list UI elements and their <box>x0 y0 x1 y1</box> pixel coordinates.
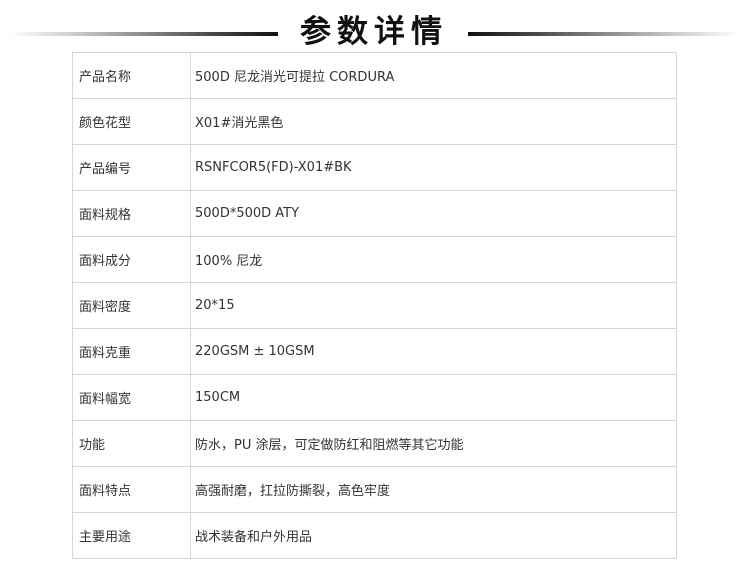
row-label: 面料规格 <box>72 190 191 237</box>
row-value: 220GSM ± 10GSM <box>190 328 677 375</box>
row-value: 20*15 <box>190 282 677 329</box>
table-row: 面料克重 220GSM ± 10GSM <box>72 328 677 375</box>
row-value: 500D*500D ATY <box>190 190 677 237</box>
table-row: 产品名称 500D 尼龙消光可提拉 CORDURA <box>72 52 677 99</box>
page-title: 参数详情 <box>300 14 448 50</box>
row-value: 100% 尼龙 <box>190 236 677 283</box>
row-label: 产品名称 <box>72 52 191 99</box>
row-value: 防水，PU 涂层，可定做防红和阻燃等其它功能 <box>190 420 677 467</box>
row-label: 面料特点 <box>72 466 191 513</box>
table-row: 面料成分 100% 尼龙 <box>72 236 677 283</box>
header-divider-right <box>468 32 740 36</box>
table-row: 面料规格 500D*500D ATY <box>72 190 677 237</box>
row-label: 产品编号 <box>72 144 191 191</box>
row-label: 面料幅宽 <box>72 374 191 421</box>
row-label: 面料克重 <box>72 328 191 375</box>
header-divider-left <box>10 32 278 36</box>
table-row: 面料密度 20*15 <box>72 282 677 329</box>
row-value: 500D 尼龙消光可提拉 CORDURA <box>190 52 677 99</box>
table-row: 功能 防水，PU 涂层，可定做防红和阻燃等其它功能 <box>72 420 677 467</box>
row-value: 高强耐磨，扛拉防撕裂，高色牢度 <box>190 466 677 513</box>
row-label: 功能 <box>72 420 191 467</box>
row-value: 战术装备和户外用品 <box>190 512 677 559</box>
table-row: 面料幅宽 150CM <box>72 374 677 421</box>
table-row: 产品编号 RSNFCOR5(FD)-X01#BK <box>72 144 677 191</box>
section-header: 参数详情 <box>0 10 750 50</box>
row-value: RSNFCOR5(FD)-X01#BK <box>190 144 677 191</box>
row-value: X01#消光黑色 <box>190 98 677 145</box>
row-label: 主要用途 <box>72 512 191 559</box>
row-value: 150CM <box>190 374 677 421</box>
table-row: 面料特点 高强耐磨，扛拉防撕裂，高色牢度 <box>72 466 677 513</box>
row-label: 颜色花型 <box>72 98 191 145</box>
spec-table: 产品名称 500D 尼龙消光可提拉 CORDURA 颜色花型 X01#消光黑色 … <box>72 52 677 559</box>
table-row: 颜色花型 X01#消光黑色 <box>72 98 677 145</box>
row-label: 面料成分 <box>72 236 191 283</box>
row-label: 面料密度 <box>72 282 191 329</box>
table-row: 主要用途 战术装备和户外用品 <box>72 512 677 559</box>
